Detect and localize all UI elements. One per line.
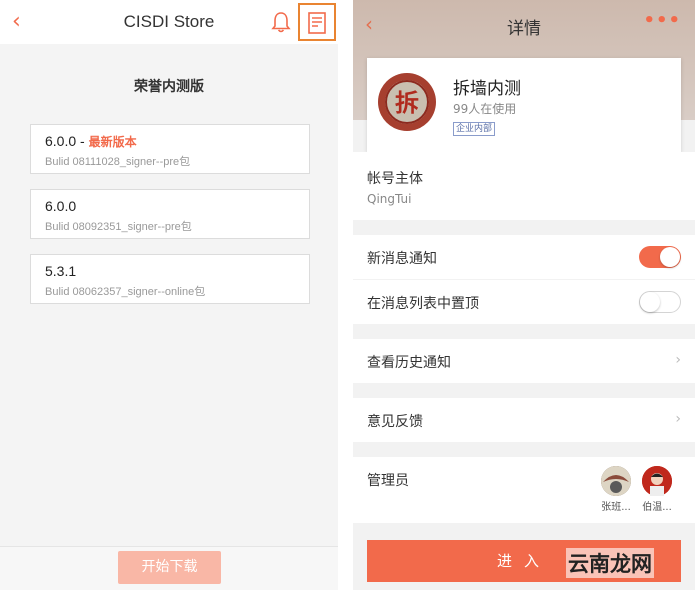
- version-card[interactable]: 5.3.1 Bulid 08062357_signer--online包: [30, 254, 310, 304]
- chevron-right-icon: ›: [675, 411, 681, 427]
- more-icon[interactable]: •••: [643, 10, 681, 31]
- latest-version-badge: 最新版本: [88, 135, 137, 149]
- avatar: [601, 466, 631, 496]
- version-line: 6.0.0: [45, 198, 76, 214]
- account-value: QingTui: [367, 192, 412, 206]
- admins-row: 管理员 张班... 伯温...: [353, 457, 695, 523]
- build-label: Bulid 08062357_signer--online包: [45, 286, 206, 298]
- app-user-count: 99人在使用: [453, 102, 517, 116]
- pin-to-top-toggle[interactable]: [639, 291, 681, 313]
- chevron-right-icon: ›: [675, 352, 681, 368]
- build-label: Bulid 08092351_signer--pre包: [45, 221, 192, 233]
- version-card[interactable]: 6.0.0 - 最新版本 Bulid 08111028_signer--pre包: [30, 124, 310, 174]
- version-line: 6.0.0 - 最新版本: [45, 133, 137, 150]
- app-info-card: 拆 拆墙内测 99人在使用 企业内部: [367, 58, 681, 152]
- version-number: 5.3.1: [45, 263, 77, 279]
- document-icon: [308, 12, 326, 34]
- version-number: 6.0.0: [45, 198, 77, 214]
- version-card[interactable]: 6.0.0 Bulid 08092351_signer--pre包: [30, 189, 310, 239]
- build-label: Bulid 08111028_signer--pre包: [45, 156, 191, 168]
- admin-item[interactable]: 伯温...: [637, 466, 677, 513]
- new-message-notify-label: 新消息通知: [367, 251, 437, 267]
- logo-char: 拆: [395, 89, 419, 117]
- app-logo: 拆: [378, 73, 436, 131]
- store-panel: ‹ CISDI Store 荣誉内测版 6.0.0 - 最新版本 Bulid 0…: [0, 0, 338, 590]
- feedback-label: 意见反馈: [367, 414, 423, 430]
- version-number: 6.0.0: [45, 133, 77, 149]
- detail-panel: ‹ 详情 ••• 拆 拆墙内测 99人在使用 企业内部 帐号主体 QingTui…: [353, 0, 695, 590]
- history-notify-label: 查看历史通知: [367, 355, 451, 371]
- new-message-notify-row: 新消息通知: [353, 235, 695, 279]
- avatar: [642, 466, 672, 496]
- section-title: 荣誉内测版: [134, 79, 204, 95]
- account-label: 帐号主体: [367, 171, 423, 187]
- release-notes-button[interactable]: [298, 3, 336, 41]
- version-separator: -: [76, 133, 89, 149]
- store-topbar: ‹ CISDI Store: [0, 0, 338, 44]
- admins-label: 管理员: [367, 473, 409, 489]
- new-message-notify-toggle[interactable]: [639, 246, 681, 268]
- admin-name: 伯温...: [642, 502, 672, 513]
- admin-name: 张班...: [601, 502, 631, 513]
- pin-to-top-row: 在消息列表中置顶: [353, 280, 695, 324]
- app-name: 拆墙内测: [453, 79, 521, 99]
- bell-icon[interactable]: [271, 10, 291, 34]
- account-row: 帐号主体 QingTui: [353, 152, 695, 220]
- download-button[interactable]: 开始下载: [118, 551, 221, 584]
- feedback-row[interactable]: 意见反馈 ›: [353, 398, 695, 442]
- enterprise-badge: 企业内部: [453, 122, 496, 136]
- history-notify-row[interactable]: 查看历史通知 ›: [353, 339, 695, 383]
- admin-item[interactable]: 张班...: [596, 466, 636, 513]
- version-line: 5.3.1: [45, 263, 76, 279]
- pin-to-top-label: 在消息列表中置顶: [367, 296, 479, 312]
- watermark-text: 云南龙网: [566, 548, 654, 578]
